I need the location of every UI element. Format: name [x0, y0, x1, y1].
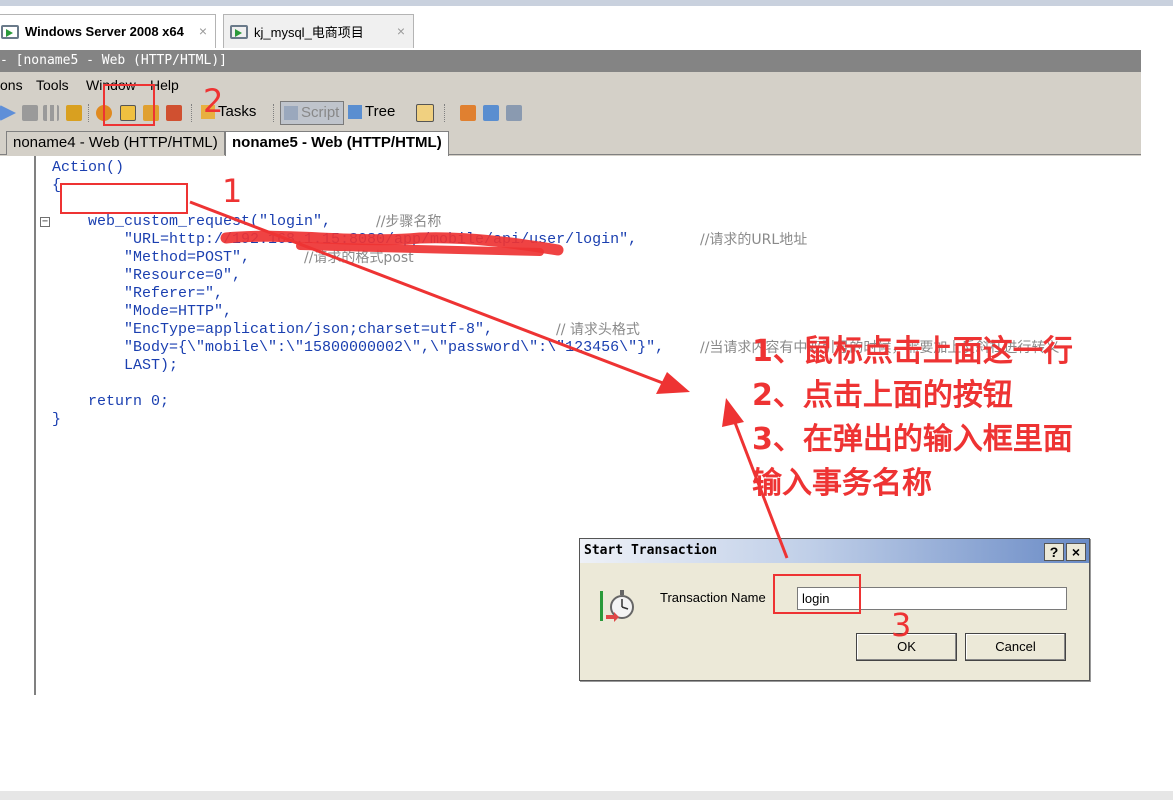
code-line: "Referer=",	[124, 285, 224, 302]
tree-view-button[interactable]: Tree	[345, 101, 399, 125]
vm-icon	[1, 24, 19, 39]
annotation-step: 3、在弹出的输入框里面	[752, 422, 1073, 457]
annotation-box-toolbar	[103, 84, 155, 126]
script-label: Script	[301, 104, 340, 121]
editor-gutter	[0, 156, 36, 695]
close-icon[interactable]: ×	[199, 23, 207, 39]
play-icon[interactable]	[0, 105, 16, 121]
transaction-name-label: Transaction Name	[660, 590, 766, 605]
pause-icon[interactable]	[43, 105, 59, 121]
vm-tab-windows-server[interactable]: Windows Server 2008 x64 ×	[0, 14, 216, 48]
bottom-bar	[0, 791, 1173, 800]
vm-icon	[230, 24, 248, 39]
menu-options[interactable]: ons	[0, 77, 23, 93]
tree-label: Tree	[365, 103, 396, 120]
script-icon	[284, 106, 298, 120]
code-line: }	[52, 411, 62, 428]
annotation-step: 2、点击上面的按钮	[752, 378, 1013, 413]
annotation-box-input	[773, 574, 861, 614]
toolbar-separator	[191, 104, 193, 122]
annotation-steps: 1、鼠标点击上面这一行 2、点击上面的按钮 3、在弹出的输入框里面 输入事务名称	[752, 330, 1073, 506]
tab-noname5[interactable]: noname5 - Web (HTTP/HTML)	[225, 131, 449, 156]
vm-tab-kj-mysql[interactable]: kj_mysql_电商项目 ×	[223, 14, 414, 48]
menu-tools[interactable]: Tools	[36, 77, 69, 93]
stopwatch-icon	[600, 590, 634, 622]
snapshot-icon[interactable]	[483, 105, 499, 121]
vm-tab-bar: Windows Server 2008 x64 × kj_mysql_电商项目 …	[0, 0, 1173, 50]
close-icon[interactable]: ×	[397, 23, 405, 39]
compare-icon[interactable]	[460, 105, 476, 121]
code-comment: // 请求头格式	[556, 322, 640, 338]
toolbar-separator	[273, 104, 275, 122]
code-line: Action()	[52, 159, 125, 176]
tab-noname4[interactable]: noname4 - Web (HTTP/HTML)	[6, 131, 225, 155]
vm-tab-label: Windows Server 2008 x64	[25, 24, 184, 39]
code-comment: //步骤名称	[376, 214, 442, 230]
code-line: "Resource=0",	[124, 267, 242, 284]
annotation-number-2: 2	[203, 82, 224, 120]
code-comment: //请求的格式post	[304, 250, 414, 266]
code-line: "Method=POST",	[124, 249, 251, 266]
code-comment: //请求的URL地址	[700, 232, 808, 248]
toolbar-separator	[88, 104, 90, 122]
code-line: "Body={\"mobile\":\"15800000002\",\"pass…	[124, 339, 665, 356]
window-icon[interactable]	[506, 105, 522, 121]
menu-bar: ons Tools Window Help	[0, 72, 1141, 98]
annotation-box-line	[60, 183, 188, 214]
window-title: - [noname5 - Web (HTTP/HTML)]	[0, 50, 1141, 72]
code-line: "Mode=HTTP",	[124, 303, 233, 320]
tree-icon	[348, 105, 362, 119]
cancel-button[interactable]: Cancel	[965, 633, 1066, 661]
dialog-close-button[interactable]: ×	[1066, 543, 1086, 561]
stop-icon[interactable]	[22, 105, 38, 121]
step-icon[interactable]	[66, 105, 82, 121]
script-view-button[interactable]: Script	[280, 101, 345, 125]
document-tabs: noname4 - Web (HTTP/HTML) noname5 - Web …	[0, 128, 1141, 156]
dialog-title: Start Transaction	[580, 539, 1089, 563]
annotation-step: 1、鼠标点击上面这一行	[752, 334, 1073, 369]
vm-tab-label: kj_mysql_电商项目	[254, 25, 364, 40]
annotation-step: 输入事务名称	[752, 466, 932, 501]
rendezvous-icon[interactable]	[166, 105, 182, 121]
code-line: return 0;	[88, 393, 170, 410]
output-window-icon[interactable]	[416, 104, 434, 122]
annotation-number-3: 3	[891, 606, 912, 644]
vm-top-strip	[0, 0, 1173, 6]
code-line: LAST);	[124, 357, 179, 374]
fold-toggle[interactable]: −	[40, 217, 50, 227]
annotation-number-1: 1	[222, 172, 243, 210]
code-line: web_custom_request("login",	[88, 213, 332, 230]
tasks-label: Tasks	[218, 103, 257, 120]
code-line: "URL=http://192.168.1.15:8080/app/mobile…	[124, 231, 638, 248]
toolbar-separator	[444, 104, 446, 122]
help-button[interactable]: ?	[1044, 543, 1064, 561]
code-line: "EncType=application/json;charset=utf-8"…	[124, 321, 494, 338]
toolbar: Tasks Script Tree	[0, 98, 1141, 128]
